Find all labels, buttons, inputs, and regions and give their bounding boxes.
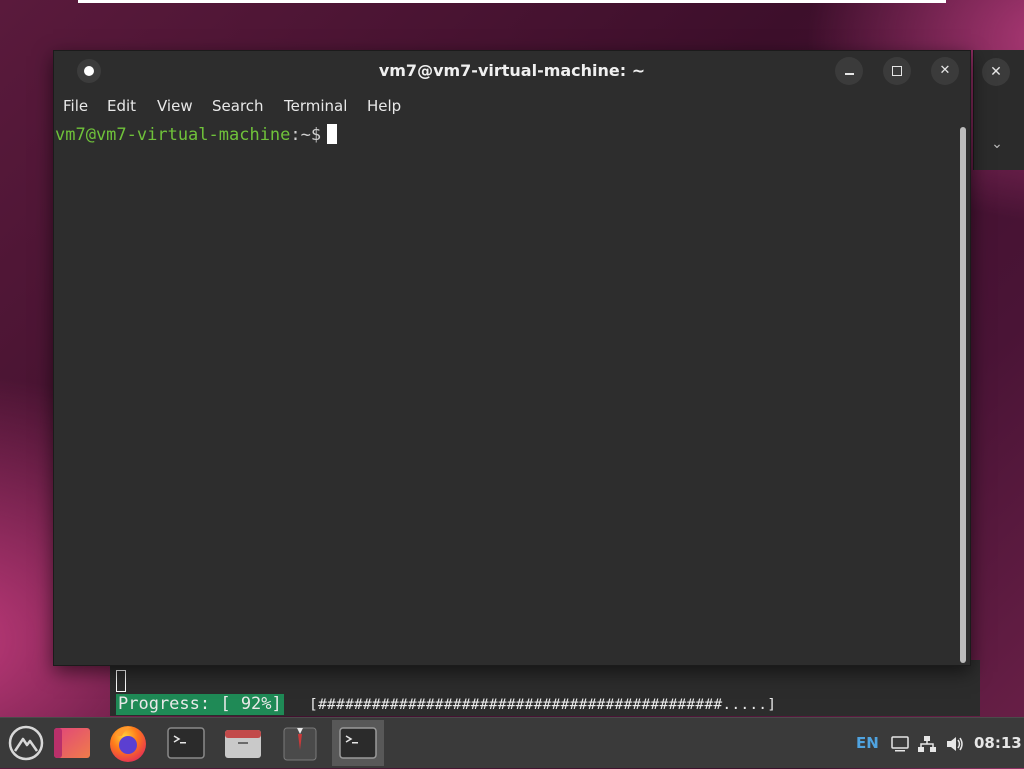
menu-edit[interactable]: Edit xyxy=(107,91,136,121)
minimize-icon xyxy=(844,72,854,75)
prompt-user-host: vm7@vm7-virtual-machine xyxy=(55,125,291,145)
firefox-icon xyxy=(110,726,146,762)
maximize-button[interactable] xyxy=(883,57,911,85)
keyboard-layout-indicator[interactable]: EN xyxy=(856,718,879,769)
terminal-window[interactable]: vm7@vm7-virtual-machine: ~ ✕ File Edit V… xyxy=(53,50,971,666)
background-window-close-button[interactable]: ✕ xyxy=(982,58,1010,86)
close-button[interactable]: ✕ xyxy=(931,57,959,85)
window-title: vm7@vm7-virtual-machine: ~ xyxy=(378,61,646,80)
menu-search[interactable]: Search xyxy=(212,91,264,121)
display-icon[interactable] xyxy=(890,734,910,754)
shell-prompt: vm7@vm7-virtual-machine:~$ xyxy=(55,124,338,146)
taskbar-app[interactable] xyxy=(46,720,98,766)
menu-terminal[interactable]: Terminal xyxy=(284,91,347,121)
scrollbar[interactable] xyxy=(960,127,966,663)
menu-view[interactable]: View xyxy=(157,91,193,121)
clock[interactable]: 08:13 xyxy=(974,718,1022,769)
terminal-icon xyxy=(339,727,377,759)
terminal-icon xyxy=(167,727,205,759)
taskbar-suitcase[interactable] xyxy=(274,720,326,766)
background-terminal-cursor xyxy=(116,670,126,692)
terminal-output[interactable]: vm7@vm7-virtual-machine:~$ xyxy=(54,121,958,665)
taskbar: EN 08:13 xyxy=(0,717,1024,768)
taskbar-files[interactable] xyxy=(217,720,269,766)
menu-file[interactable]: File xyxy=(63,91,88,121)
taskbar-firefox[interactable] xyxy=(102,720,154,766)
launcher-button[interactable] xyxy=(0,720,52,766)
chevron-down-icon[interactable]: ⌄ xyxy=(985,132,1009,156)
launcher-icon xyxy=(8,725,44,761)
taskbar-terminal-active[interactable] xyxy=(332,720,384,766)
close-icon: ✕ xyxy=(939,63,951,78)
top-window-edge xyxy=(78,0,946,3)
menu-help[interactable]: Help xyxy=(367,91,401,121)
progress-label: Progress: [ 92%] xyxy=(116,694,284,715)
taskbar-terminal[interactable] xyxy=(160,720,212,766)
minimize-button[interactable] xyxy=(835,57,863,85)
progress-bar-text: [#######################################… xyxy=(309,696,777,713)
text-cursor xyxy=(327,124,338,144)
menu-bar: File Edit View Search Terminal Help xyxy=(54,91,970,121)
app-icon xyxy=(54,728,90,758)
volume-icon[interactable] xyxy=(945,734,965,754)
maximize-icon xyxy=(892,65,902,76)
files-icon xyxy=(225,730,261,758)
prompt-path: :~$ xyxy=(290,125,322,145)
title-bar[interactable]: vm7@vm7-virtual-machine: ~ ✕ xyxy=(54,51,970,91)
network-icon[interactable] xyxy=(917,734,937,754)
suitcase-icon xyxy=(283,727,317,761)
